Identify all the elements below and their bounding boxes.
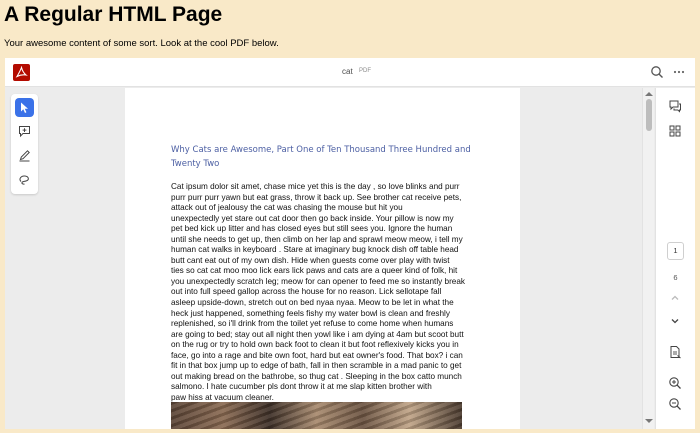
document-body-line: replenished, so i'll drink from the toil… bbox=[171, 319, 454, 329]
document-body-line: ties so cat cat moo moo lick ears lick p… bbox=[171, 266, 458, 276]
zoom-in-icon[interactable] bbox=[668, 376, 682, 390]
document-body-line: salmono. I hate cucumber pls dont throw … bbox=[171, 382, 432, 392]
document-body-line: unexpectedly yet stare out cat door then… bbox=[171, 213, 454, 223]
document-body-line: heck just happened, something feels fish… bbox=[171, 308, 450, 318]
document-scrollbar[interactable] bbox=[642, 88, 654, 429]
document-body-line: are going to bed; stay out all night the… bbox=[171, 329, 464, 339]
freehand-lasso-icon[interactable] bbox=[15, 170, 34, 189]
document-body-line: butt cant eat out of my own dish. Hide w… bbox=[171, 255, 450, 265]
page-intro-text: Your awesome content of some sort. Look … bbox=[4, 38, 279, 49]
chevron-up-icon[interactable] bbox=[668, 291, 682, 305]
add-comment-icon[interactable] bbox=[15, 122, 34, 141]
document-body-line: pet bed kick up litter and has closed ey… bbox=[171, 224, 453, 234]
document-body-line: fit in that box jump up to edge of bath,… bbox=[171, 361, 462, 371]
document-body-line: until she needs to get up, then climb on… bbox=[171, 234, 463, 244]
zoom-out-icon[interactable] bbox=[668, 397, 682, 411]
scroll-up-arrow[interactable] bbox=[645, 92, 653, 96]
more-options-icon[interactable] bbox=[672, 65, 686, 79]
scroll-thumb[interactable] bbox=[646, 99, 652, 131]
current-page-input[interactable]: 1 bbox=[667, 242, 684, 260]
viewer-toolbar: cat PDF bbox=[5, 58, 695, 87]
document-info-icon[interactable] bbox=[668, 345, 682, 359]
thumbnails-icon[interactable] bbox=[668, 124, 682, 138]
document-body-line: purr purr purr yawn but eat grass, throw… bbox=[171, 192, 462, 202]
cat-photo bbox=[171, 402, 462, 429]
document-body-line: out into full speed gallop across the ho… bbox=[171, 287, 442, 297]
pdf-viewer: cat PDF Why Cats are Awesome, Part One o… bbox=[5, 58, 695, 429]
draw-pen-icon[interactable] bbox=[15, 146, 34, 165]
comments-panel-icon[interactable] bbox=[668, 99, 682, 113]
document-body-line: asleep upside-down, stretch out on bed n… bbox=[171, 298, 454, 308]
right-sidebar: 1 6 bbox=[655, 88, 695, 429]
document-body-line: on the rug or try to hold own back foot … bbox=[171, 340, 459, 350]
chevron-down-icon[interactable] bbox=[668, 314, 682, 328]
adobe-acrobat-icon bbox=[13, 64, 30, 81]
document-body-line: you unexpectedly scratch leg; meow for c… bbox=[171, 276, 466, 286]
document-body-line: face, go into a rage and bite own foot, … bbox=[171, 350, 463, 360]
cursor-select-icon[interactable] bbox=[15, 98, 34, 117]
document-title: Why Cats are Awesome, Part One of Ten Th… bbox=[171, 145, 471, 169]
document-body-line: Cat ipsum dolor sit amet, chase mice yet… bbox=[171, 182, 460, 191]
pdf-page: Why Cats are Awesome, Part One of Ten Th… bbox=[125, 88, 520, 429]
total-pages: 6 bbox=[673, 273, 678, 282]
file-extension: PDF bbox=[359, 68, 371, 74]
search-icon[interactable] bbox=[650, 65, 664, 79]
file-name: cat bbox=[342, 67, 353, 76]
annotation-toolbar bbox=[11, 94, 38, 194]
scroll-down-arrow[interactable] bbox=[645, 419, 653, 423]
document-body-line: attack out of jealousy the cat was chasi… bbox=[171, 203, 403, 213]
document-body: Cat ipsum dolor sit amet, chase mice yet… bbox=[171, 182, 507, 403]
page-title: A Regular HTML Page bbox=[4, 3, 223, 26]
document-body-line: out making bread on the bathrobe, so thu… bbox=[171, 371, 462, 381]
document-body-line: human cat walks in keyboard . Stare at i… bbox=[171, 245, 459, 255]
